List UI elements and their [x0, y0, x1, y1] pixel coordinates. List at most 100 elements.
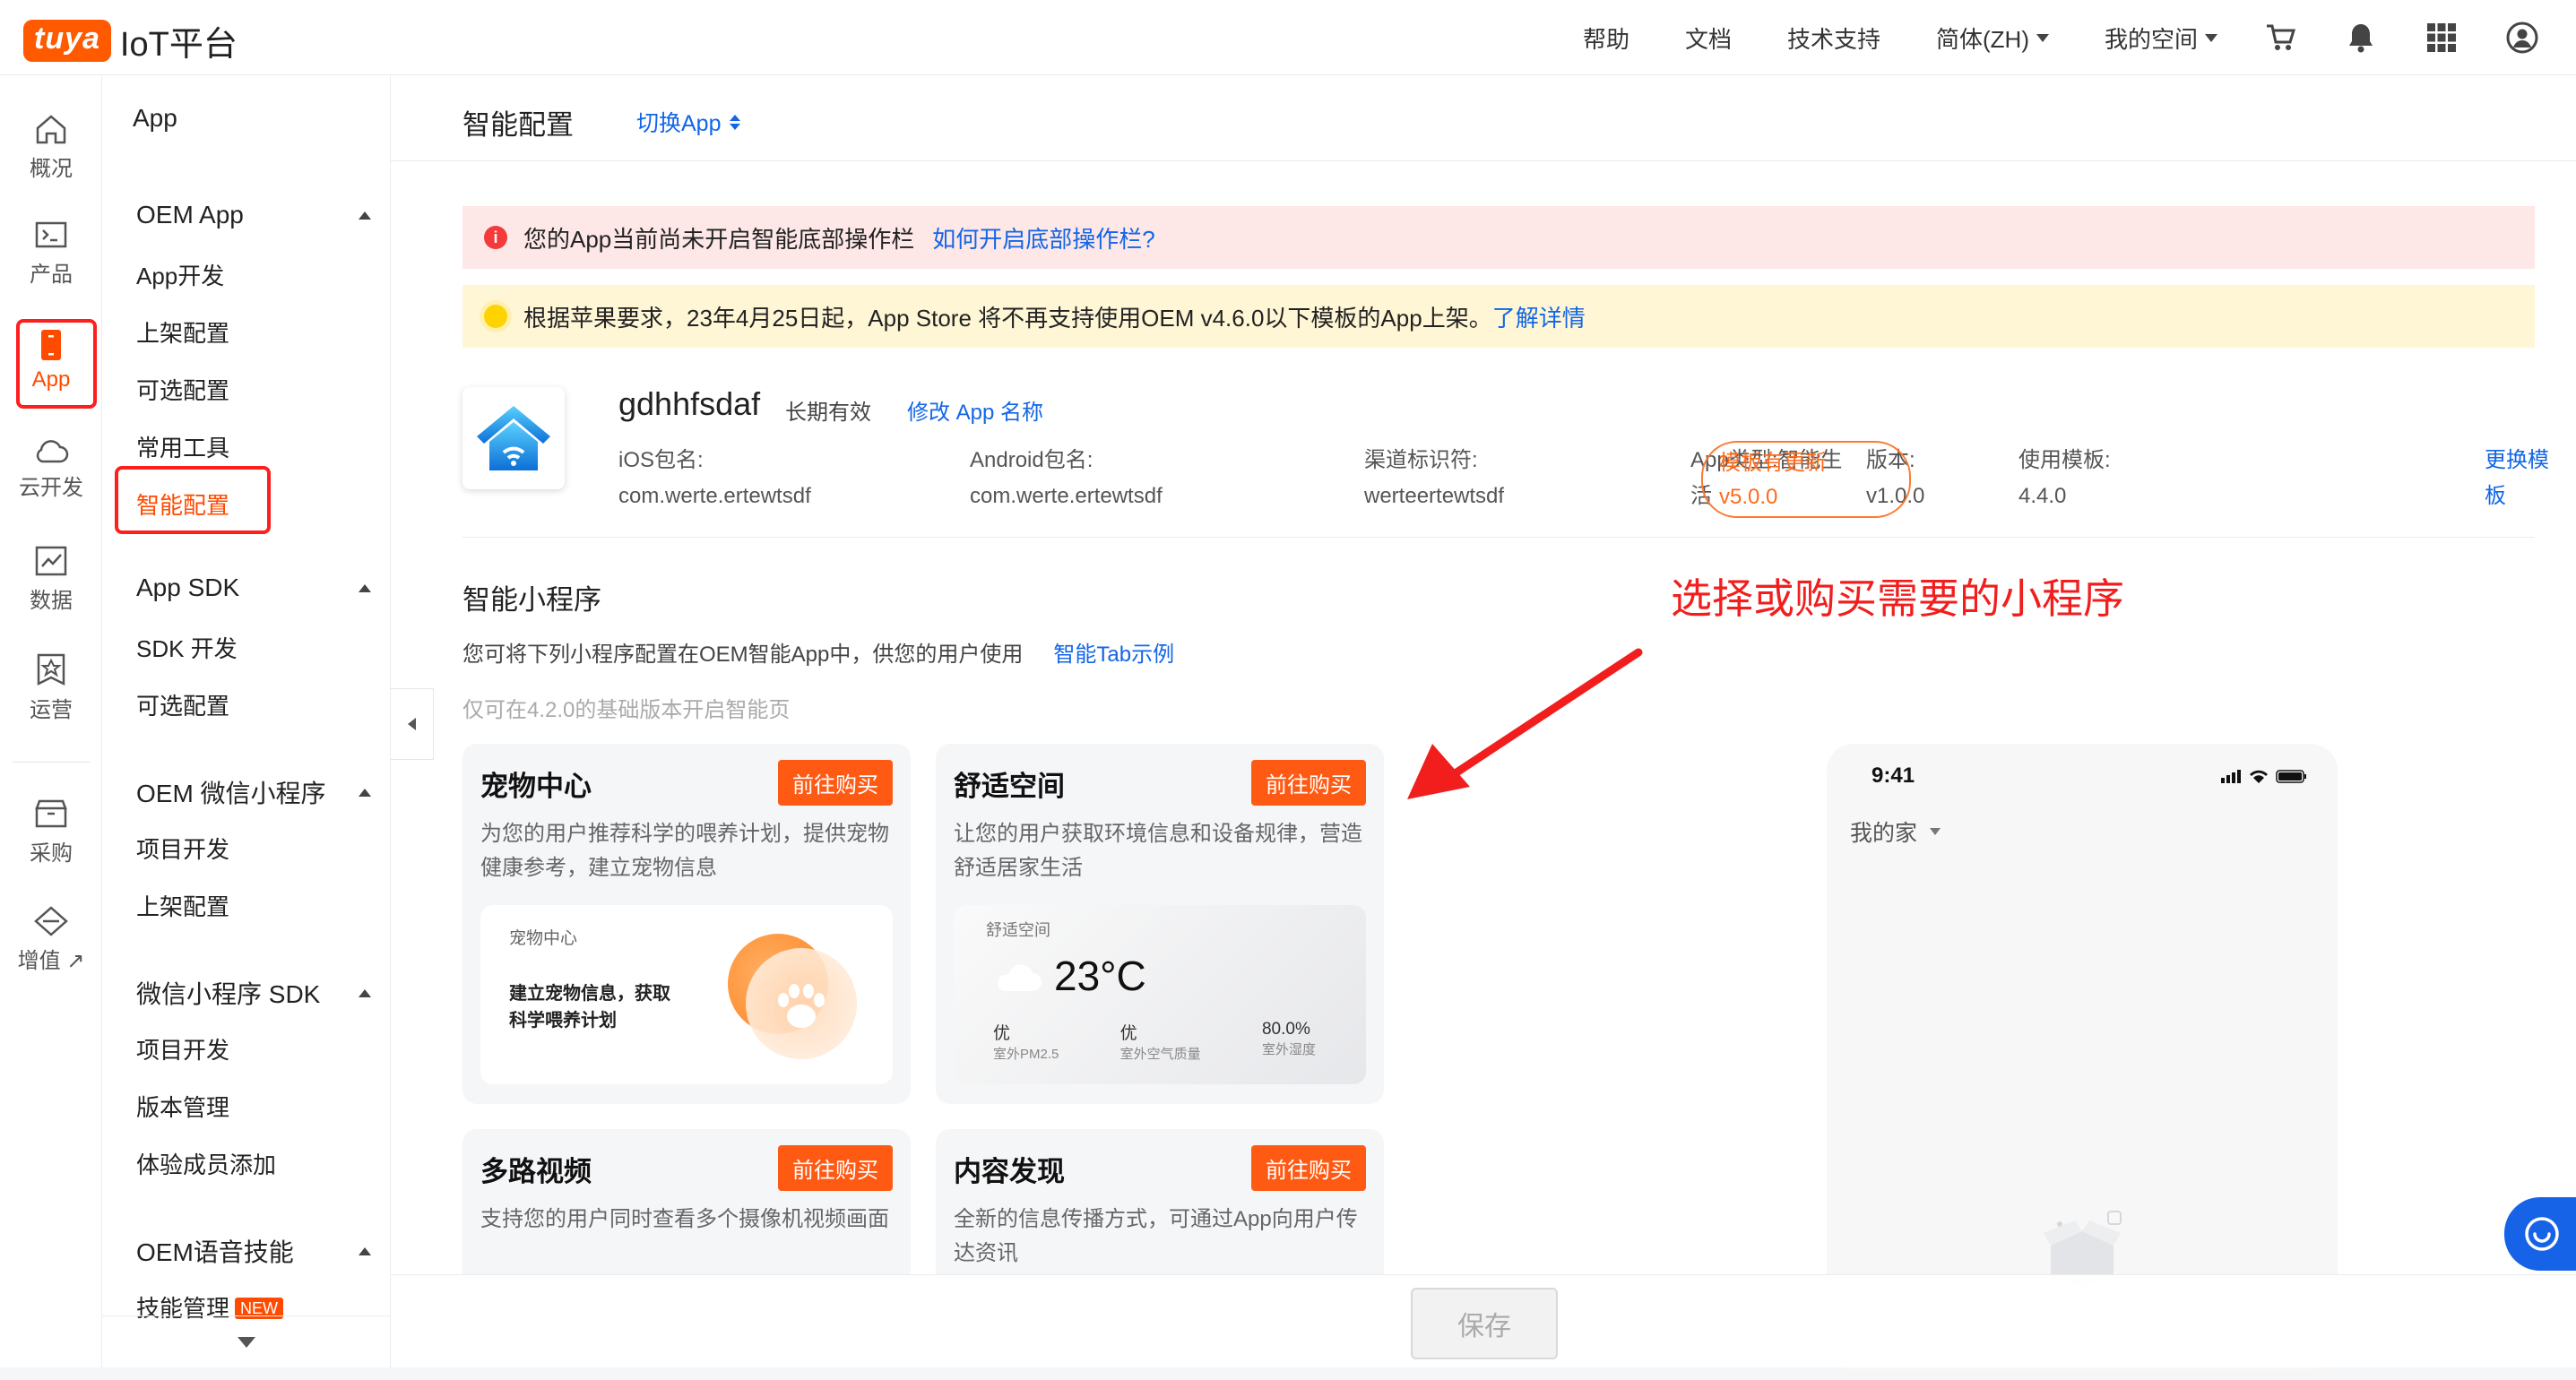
rail-value-added[interactable]: 增值 ↗: [0, 905, 102, 974]
nav-docs[interactable]: 文档: [1685, 22, 1732, 55]
rename-app-link[interactable]: 修改 App 名称: [907, 394, 1043, 426]
group-label: App SDK: [136, 574, 240, 601]
sidebar-item-version-mgmt[interactable]: 版本管理: [136, 1090, 229, 1123]
card-comfort-space[interactable]: 舒适空间 前往购买 让您的用户获取环境信息和设备规律，营造舒适居家生活 舒适空间…: [936, 744, 1384, 1104]
buy-button[interactable]: 前往购买: [778, 1145, 893, 1191]
language-select[interactable]: 简体(ZH): [1936, 22, 2049, 55]
house-logo-icon: [477, 406, 550, 470]
rail-data[interactable]: 数据: [0, 545, 102, 614]
comfort-preview-label: 舒适空间: [986, 921, 1050, 939]
rail-operations[interactable]: 运营: [0, 652, 102, 723]
pet-preview-line1: 建立宠物信息，获取: [509, 984, 670, 1004]
card-title: 多路视频: [480, 1156, 592, 1187]
star-badge-icon: [37, 653, 65, 686]
stat-value: 优: [1119, 1024, 1137, 1043]
icon-rail: 概况 产品 App 云开发 数据 运营 采购 增值 ↗: [0, 75, 102, 1367]
template-update-badge[interactable]: 模板有更新 v5.0.0: [1701, 441, 1911, 518]
sidebar-group-voice-skill[interactable]: OEM语音技能: [136, 1233, 371, 1269]
sidebar-item-sdk-optional[interactable]: 可选配置: [136, 688, 229, 721]
stat-air-quality: 优室外空气质量: [1120, 1020, 1201, 1063]
stat-pm25: 优室外PM2.5: [993, 1020, 1059, 1063]
stat-value: 80.0%: [1261, 1020, 1310, 1039]
sidebar-item-listing-config[interactable]: 上架配置: [136, 315, 229, 349]
rail-label: 数据: [30, 589, 73, 613]
sidebar-item-sdk-dev[interactable]: SDK 开发: [136, 631, 238, 664]
sidebar-scroll-down[interactable]: [102, 1315, 391, 1367]
buy-button[interactable]: 前往购买: [1251, 760, 1366, 806]
chat-support-button[interactable]: [2504, 1197, 2576, 1271]
pet-preview-label: 宠物中心: [509, 929, 578, 948]
smart-tab-example-link[interactable]: 智能Tab示例: [1053, 643, 1174, 667]
channel-label: 渠道标识符:: [1364, 448, 1478, 472]
rail-product[interactable]: 产品: [0, 220, 102, 288]
sidebar-item-tester-add[interactable]: 体验成员添加: [136, 1147, 276, 1180]
stat-value: 优: [993, 1024, 1011, 1043]
group-label: OEM App: [136, 201, 244, 229]
user-avatar-icon[interactable]: [2504, 20, 2540, 56]
logo-text: IoT平台: [119, 26, 238, 64]
switch-app-label: 切换App: [636, 111, 722, 136]
apps-grid-icon[interactable]: [2424, 20, 2459, 56]
info-icon: i: [484, 226, 507, 249]
bell-icon[interactable]: [2343, 20, 2379, 56]
page-title: 智能配置: [462, 109, 574, 141]
alert-yellow-link[interactable]: 了解详情: [1492, 300, 1586, 333]
caret-down-icon: [2205, 33, 2217, 42]
buy-button[interactable]: 前往购买: [778, 760, 893, 806]
status-bar-icons: [2221, 770, 2306, 783]
sidebar-group-app-sdk[interactable]: App SDK: [136, 574, 371, 602]
language-label: 简体(ZH): [1936, 25, 2029, 53]
alert-red-link[interactable]: 如何开启底部操作栏?: [932, 221, 1154, 254]
cloud-weather-icon: [998, 964, 1042, 991]
save-button[interactable]: 保存: [1411, 1288, 1558, 1359]
rail-cloud[interactable]: 云开发: [0, 437, 102, 501]
stat-label: 室外空气质量: [1119, 1047, 1201, 1062]
nav-help[interactable]: 帮助: [1583, 22, 1629, 55]
highlight-smart-config: [115, 466, 271, 534]
sidebar-item-common-tools[interactable]: 常用工具: [136, 430, 229, 463]
home-label: 我的家: [1850, 821, 1918, 846]
pet-preview-text: 建立宠物信息，获取 科学喂养计划: [509, 980, 670, 1034]
terminal-icon: [35, 221, 67, 248]
logo[interactable]: tuya IoT平台: [23, 16, 238, 65]
sidebar-item-wechat-listing[interactable]: 上架配置: [136, 889, 229, 922]
alert-bottom-bar: i 您的App当前尚未开启智能底部操作栏 如何开启底部操作栏?: [462, 206, 2535, 269]
top-nav: 帮助 文档 技术支持 简体(ZH) 我的空间: [1527, 0, 2540, 75]
group-label: 微信小程序 SDK: [136, 980, 321, 1008]
collapse-up-icon: [359, 1246, 371, 1255]
rail-overview[interactable]: 概况: [0, 113, 102, 182]
app-info: gdhhfsdaf 长期有效 修改 App 名称 iOS包名: com.werte…: [462, 380, 2549, 538]
collapse-up-icon: [359, 988, 371, 997]
comfort-stats: 优室外PM2.5 优室外空气质量 80.0% 室外湿度: [993, 1020, 1316, 1063]
switch-app-button[interactable]: 切换App: [636, 106, 741, 138]
card-title: 舒适空间: [954, 771, 1065, 802]
sidebar-item-app-dev[interactable]: App开发: [136, 258, 224, 291]
sidebar-item-sdk-project-dev[interactable]: 项目开发: [136, 1032, 229, 1065]
sidebar-collapse-button[interactable]: [391, 688, 434, 760]
cloud-icon: [36, 440, 69, 463]
chart-icon: [35, 546, 67, 576]
sidebar-item-project-dev[interactable]: 项目开发: [136, 832, 229, 865]
sidebar-item-optional-config[interactable]: 可选配置: [136, 373, 229, 406]
cart-icon[interactable]: [2262, 20, 2298, 56]
change-template-link[interactable]: 更换模板: [2485, 443, 2565, 514]
home-select[interactable]: 我的家: [1850, 815, 1941, 848]
rail-purchase[interactable]: 采购: [0, 798, 102, 867]
stat-humidity: 80.0% 室外湿度: [1262, 1020, 1316, 1063]
template-value: 4.4.0: [2018, 484, 2067, 508]
group-label: OEM 微信小程序: [136, 780, 326, 807]
sidebar-group-oem-wechat[interactable]: OEM 微信小程序: [136, 774, 371, 810]
section-desc: 您可将下列小程序配置在OEM智能App中，供您的用户使用 智能Tab示例: [462, 636, 1174, 668]
card-pet-center[interactable]: 宠物中心 前往购买 为您的用户推荐科学的喂养计划，提供宠物健康参考，建立宠物信息…: [462, 744, 911, 1104]
chat-icon: [2525, 1217, 2559, 1251]
app-name: gdhhfsdaf: [618, 385, 761, 422]
rail-label: 云开发: [19, 476, 83, 500]
sidebar-group-oem-app[interactable]: OEM App: [136, 201, 371, 229]
sidebar-group-wechat-sdk[interactable]: 微信小程序 SDK: [136, 975, 371, 1011]
card-desc: 让您的用户获取环境信息和设备规律，营造舒适居家生活: [954, 822, 1362, 880]
workspace-select[interactable]: 我的空间: [2105, 22, 2217, 55]
nav-support[interactable]: 技术支持: [1787, 22, 1880, 55]
buy-button[interactable]: 前往购买: [1251, 1145, 1366, 1191]
top-bar: tuya IoT平台 帮助 文档 技术支持 简体(ZH) 我的空间: [0, 0, 2576, 75]
collapse-up-icon: [359, 211, 371, 220]
